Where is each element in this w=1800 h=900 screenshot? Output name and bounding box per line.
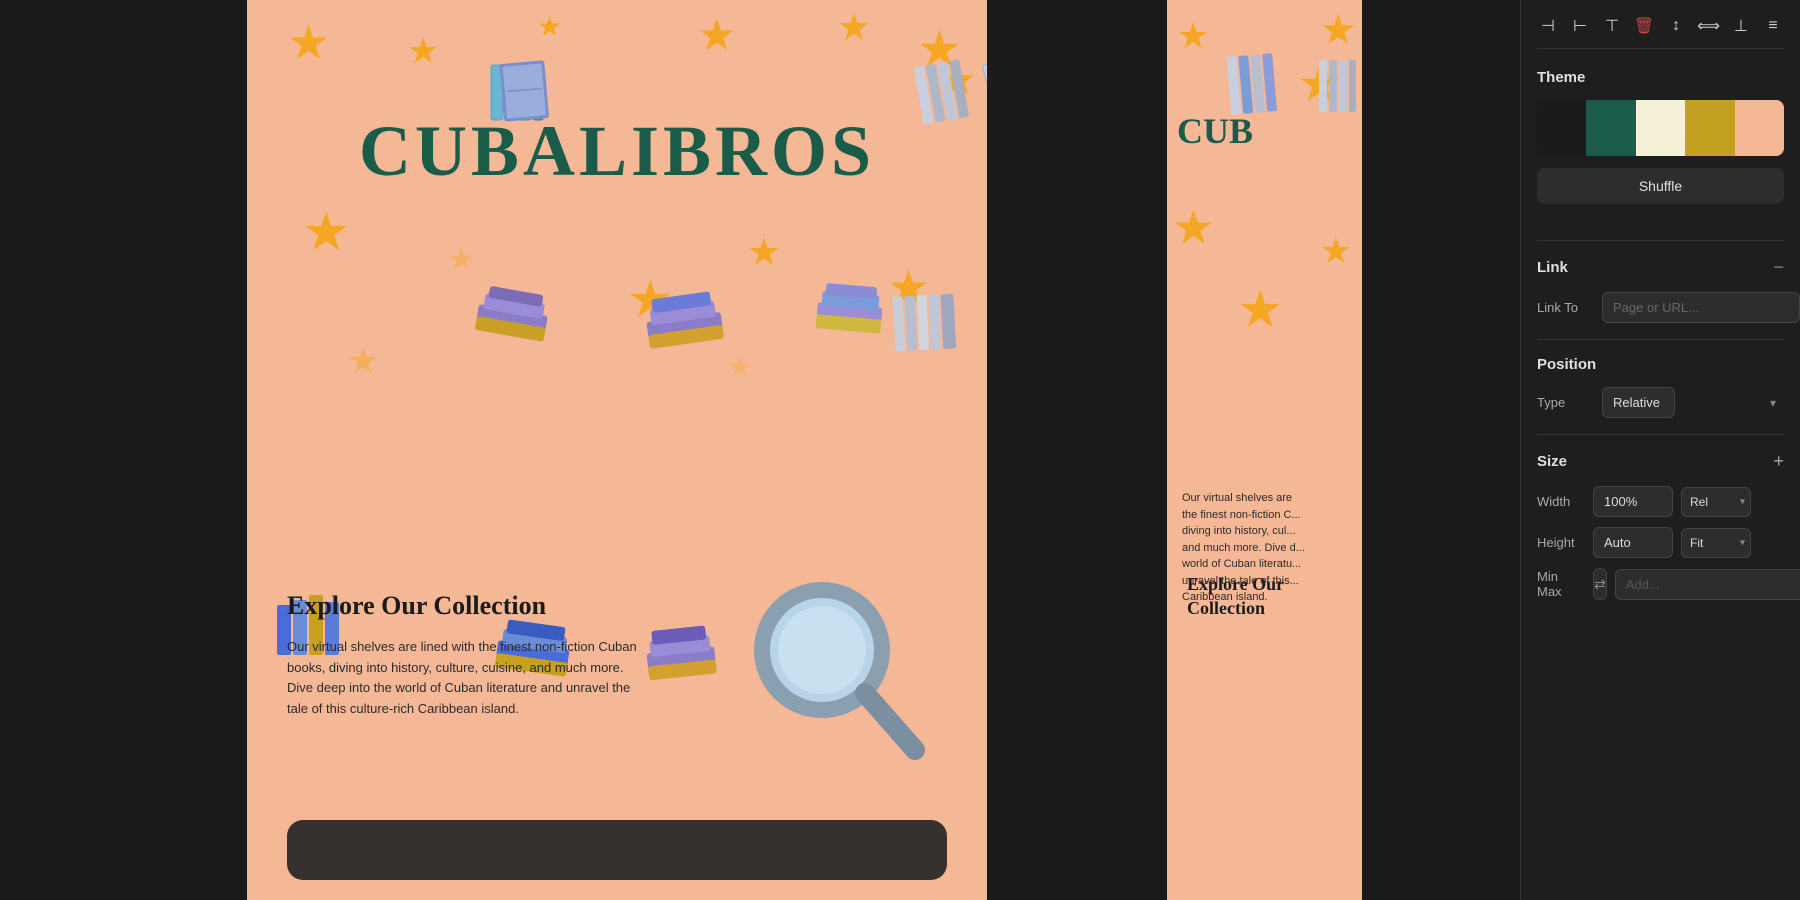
distribute-icon[interactable]: ⊥: [1730, 16, 1752, 36]
position-type-row: Type Relative Static Absolute Fixed Stic…: [1537, 387, 1784, 418]
divider-3: [1537, 434, 1784, 435]
star-deco: ★: [1177, 15, 1209, 57]
width-label: Width: [1537, 494, 1585, 509]
left-background: [0, 0, 247, 900]
swatch-cream[interactable]: [1636, 100, 1685, 156]
right-panel: ⊣ ⊢ ⊤ 🗑 ↕ ⟺ ⊥ ≡ Theme Shuffle Link − Lin…: [1520, 0, 1800, 900]
star-deco: ★: [1320, 230, 1352, 272]
theme-palette[interactable]: [1537, 100, 1784, 156]
width-row: Width Rel Px %: [1537, 486, 1784, 517]
canvas-area: ★ ★ ★ ★ ★ ★ ★ ★ ★ ★ ★ ★ ★ ★: [247, 0, 1520, 900]
secondary-preview-title: CUB: [1177, 110, 1253, 152]
position-section-header: Position: [1537, 356, 1784, 373]
star-decoration: ★: [447, 240, 476, 278]
theme-label: Theme: [1537, 69, 1585, 86]
link-section-header: Link −: [1537, 257, 1784, 278]
secondary-preview[interactable]: ★ ★ ★ ★ ★ ★ CUB Explore Ou: [1167, 0, 1362, 900]
collection-desc: Our virtual shelves are lined with the f…: [287, 637, 637, 720]
star-decoration: ★: [537, 10, 562, 43]
link-label: Link: [1537, 259, 1568, 276]
book-deco: [1317, 60, 1357, 120]
theme-section-header: Theme: [1537, 69, 1784, 86]
book-decoration: [644, 625, 718, 689]
swatch-dark[interactable]: [1537, 100, 1586, 156]
link-section: Link − Link To: [1537, 257, 1784, 323]
book-decoration: [890, 293, 958, 356]
minmax-input[interactable]: [1615, 569, 1800, 600]
star-decoration: ★: [407, 30, 439, 72]
book-decoration: [473, 284, 552, 352]
toolbar-row: ⊣ ⊢ ⊤ 🗑 ↕ ⟺ ⊥ ≡: [1537, 16, 1784, 49]
align-right-icon[interactable]: ⊤: [1601, 16, 1623, 36]
height-row: Height Fit Px %: [1537, 527, 1784, 558]
shuffle-button[interactable]: Shuffle: [1537, 168, 1784, 204]
align-top-icon[interactable]: ↕: [1665, 16, 1687, 36]
book-decoration: [643, 290, 726, 360]
bottom-toolbar[interactable]: [287, 820, 947, 880]
swatch-peach[interactable]: [1735, 100, 1784, 156]
star-decoration: ★: [727, 350, 752, 383]
star-decoration: ★: [287, 15, 330, 71]
width-unit-dropdown[interactable]: Rel Px %: [1681, 487, 1751, 517]
collection-title: Explore Our Collection: [287, 590, 637, 621]
book-decoration: [815, 282, 885, 342]
minmax-exchange-icon[interactable]: ⇄: [1593, 568, 1607, 600]
height-label: Height: [1537, 535, 1585, 550]
star-decoration: ★: [347, 340, 379, 382]
secondary-collection-desc: Our virtual shelves arethe finest non-fi…: [1182, 490, 1357, 770]
star-decoration: ★: [302, 200, 350, 263]
minmax-label: Min Max: [1537, 569, 1585, 599]
height-unit-wrapper: Fit Px %: [1681, 528, 1751, 558]
main-preview[interactable]: ★ ★ ★ ★ ★ ★ ★ ★ ★ ★ ★ ★ ★ ★: [247, 0, 987, 900]
position-type-dropdown[interactable]: Relative Static Absolute Fixed Sticky: [1602, 387, 1675, 418]
position-type-label: Type: [1537, 395, 1592, 410]
position-label: Position: [1537, 356, 1596, 373]
preview-title: CUBALIBROS: [247, 110, 987, 193]
star-decoration: ★: [837, 5, 871, 50]
size-section: Size + Width Rel Px % Height Fit Px: [1537, 451, 1784, 600]
size-label: Size: [1537, 453, 1567, 470]
height-unit-dropdown[interactable]: Fit Px %: [1681, 528, 1751, 558]
delete-icon[interactable]: 🗑: [1633, 16, 1655, 36]
position-type-dropdown-wrapper: Relative Static Absolute Fixed Sticky: [1602, 387, 1784, 418]
content-section: Explore Our Collection Our virtual shelv…: [287, 590, 637, 720]
width-unit-wrapper: Rel Px %: [1681, 487, 1751, 517]
star-decoration: ★: [747, 230, 781, 275]
align-center-h-icon[interactable]: ⊢: [1569, 16, 1591, 36]
swatch-gold[interactable]: [1685, 100, 1734, 156]
align-middle-v-icon[interactable]: ⟺: [1697, 16, 1720, 36]
link-collapse-icon[interactable]: −: [1773, 257, 1784, 278]
star-decoration: ★: [697, 10, 736, 61]
link-to-input[interactable]: [1602, 292, 1800, 323]
star-deco: ★: [1319, 5, 1357, 54]
star-deco: ★: [1237, 280, 1284, 340]
canvas-gap: [987, 0, 1077, 900]
width-value-input[interactable]: [1593, 486, 1673, 517]
link-to-label: Link To: [1537, 300, 1592, 315]
magnifier-icon: [747, 575, 927, 780]
height-value-input[interactable]: [1593, 527, 1673, 558]
divider-1: [1537, 240, 1784, 241]
swatch-green[interactable]: [1586, 100, 1635, 156]
align-left-icon[interactable]: ⊣: [1537, 16, 1559, 36]
link-to-row: Link To: [1537, 292, 1784, 323]
star-deco: ★: [1172, 200, 1215, 256]
size-section-header: Size +: [1537, 451, 1784, 472]
more-icon[interactable]: ≡: [1762, 16, 1784, 36]
size-add-icon[interactable]: +: [1773, 451, 1784, 472]
minmax-row: Min Max ⇄: [1537, 568, 1784, 600]
position-section: Position Type Relative Static Absolute F…: [1537, 356, 1784, 418]
divider-2: [1537, 339, 1784, 340]
